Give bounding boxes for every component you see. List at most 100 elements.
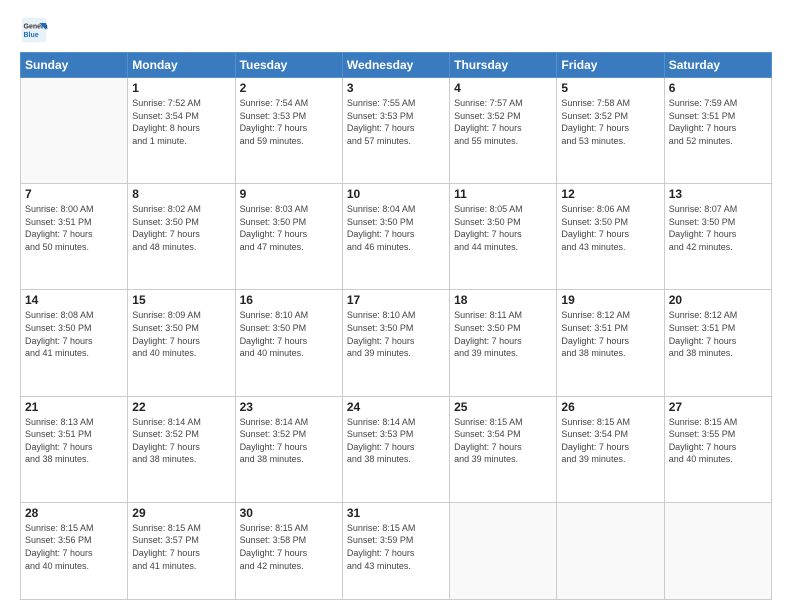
day-info: Sunrise: 7:52 AM Sunset: 3:54 PM Dayligh…	[132, 97, 230, 147]
page: General Blue SundayMondayTuesdayWednesda…	[0, 0, 792, 612]
calendar-cell: 28 Sunrise: 8:15 AM Sunset: 3:56 PM Dayli…	[21, 502, 128, 599]
day-number: 27	[669, 400, 767, 414]
calendar-week-1: 1 Sunrise: 7:52 AM Sunset: 3:54 PM Daylig…	[21, 78, 772, 184]
calendar-cell: 20 Sunrise: 8:12 AM Sunset: 3:51 PM Dayli…	[664, 290, 771, 396]
day-number: 31	[347, 506, 445, 520]
day-info: Sunrise: 8:10 AM Sunset: 3:50 PM Dayligh…	[240, 309, 338, 359]
logo: General Blue	[20, 16, 52, 44]
day-header-tuesday: Tuesday	[235, 53, 342, 78]
calendar-cell	[21, 78, 128, 184]
day-number: 24	[347, 400, 445, 414]
day-info: Sunrise: 8:05 AM Sunset: 3:50 PM Dayligh…	[454, 203, 552, 253]
day-info: Sunrise: 8:14 AM Sunset: 3:52 PM Dayligh…	[132, 416, 230, 466]
calendar-cell: 23 Sunrise: 8:14 AM Sunset: 3:52 PM Dayli…	[235, 396, 342, 502]
logo-icon: General Blue	[20, 16, 48, 44]
day-info: Sunrise: 8:15 AM Sunset: 3:58 PM Dayligh…	[240, 522, 338, 572]
day-info: Sunrise: 7:55 AM Sunset: 3:53 PM Dayligh…	[347, 97, 445, 147]
day-info: Sunrise: 7:54 AM Sunset: 3:53 PM Dayligh…	[240, 97, 338, 147]
day-number: 26	[561, 400, 659, 414]
calendar-cell: 29 Sunrise: 8:15 AM Sunset: 3:57 PM Dayli…	[128, 502, 235, 599]
day-info: Sunrise: 8:12 AM Sunset: 3:51 PM Dayligh…	[561, 309, 659, 359]
day-number: 10	[347, 187, 445, 201]
calendar-week-3: 14 Sunrise: 8:08 AM Sunset: 3:50 PM Dayli…	[21, 290, 772, 396]
day-header-sunday: Sunday	[21, 53, 128, 78]
day-info: Sunrise: 8:15 AM Sunset: 3:54 PM Dayligh…	[561, 416, 659, 466]
day-info: Sunrise: 8:09 AM Sunset: 3:50 PM Dayligh…	[132, 309, 230, 359]
day-number: 30	[240, 506, 338, 520]
day-info: Sunrise: 7:57 AM Sunset: 3:52 PM Dayligh…	[454, 97, 552, 147]
calendar-cell: 2 Sunrise: 7:54 AM Sunset: 3:53 PM Daylig…	[235, 78, 342, 184]
day-number: 15	[132, 293, 230, 307]
day-number: 3	[347, 81, 445, 95]
day-number: 16	[240, 293, 338, 307]
calendar-cell: 1 Sunrise: 7:52 AM Sunset: 3:54 PM Daylig…	[128, 78, 235, 184]
day-info: Sunrise: 8:14 AM Sunset: 3:53 PM Dayligh…	[347, 416, 445, 466]
calendar-cell: 14 Sunrise: 8:08 AM Sunset: 3:50 PM Dayli…	[21, 290, 128, 396]
day-info: Sunrise: 8:11 AM Sunset: 3:50 PM Dayligh…	[454, 309, 552, 359]
calendar-cell: 31Sunrise: 8:15 AM Sunset: 3:59 PM Dayli…	[342, 502, 449, 599]
calendar-cell: 25 Sunrise: 8:15 AM Sunset: 3:54 PM Dayli…	[450, 396, 557, 502]
day-info: Sunrise: 8:02 AM Sunset: 3:50 PM Dayligh…	[132, 203, 230, 253]
day-number: 14	[25, 293, 123, 307]
calendar-cell: 7Sunrise: 8:00 AM Sunset: 3:51 PM Daylig…	[21, 184, 128, 290]
day-number: 9	[240, 187, 338, 201]
calendar-cell: 12 Sunrise: 8:06 AM Sunset: 3:50 PM Dayli…	[557, 184, 664, 290]
day-header-monday: Monday	[128, 53, 235, 78]
day-number: 20	[669, 293, 767, 307]
svg-text:Blue: Blue	[24, 32, 39, 39]
calendar-table: SundayMondayTuesdayWednesdayThursdayFrid…	[20, 52, 772, 600]
day-info: Sunrise: 8:15 AM Sunset: 3:54 PM Dayligh…	[454, 416, 552, 466]
calendar-cell: 4 Sunrise: 7:57 AM Sunset: 3:52 PM Daylig…	[450, 78, 557, 184]
day-info: Sunrise: 8:03 AM Sunset: 3:50 PM Dayligh…	[240, 203, 338, 253]
day-number: 19	[561, 293, 659, 307]
calendar-cell: 26 Sunrise: 8:15 AM Sunset: 3:54 PM Dayli…	[557, 396, 664, 502]
header: General Blue	[20, 16, 772, 44]
day-number: 17	[347, 293, 445, 307]
day-number: 22	[132, 400, 230, 414]
calendar-cell: 19 Sunrise: 8:12 AM Sunset: 3:51 PM Dayli…	[557, 290, 664, 396]
calendar-cell: 6 Sunrise: 7:59 AM Sunset: 3:51 PM Daylig…	[664, 78, 771, 184]
calendar-cell: 24 Sunrise: 8:14 AM Sunset: 3:53 PM Dayli…	[342, 396, 449, 502]
day-number: 25	[454, 400, 552, 414]
day-number: 5	[561, 81, 659, 95]
day-number: 6	[669, 81, 767, 95]
day-number: 28	[25, 506, 123, 520]
day-info: Sunrise: 7:58 AM Sunset: 3:52 PM Dayligh…	[561, 97, 659, 147]
day-info: Sunrise: 8:14 AM Sunset: 3:52 PM Dayligh…	[240, 416, 338, 466]
calendar-cell: 17 Sunrise: 8:10 AM Sunset: 3:50 PM Dayli…	[342, 290, 449, 396]
day-number: 12	[561, 187, 659, 201]
calendar-cell: 11 Sunrise: 8:05 AM Sunset: 3:50 PM Dayli…	[450, 184, 557, 290]
calendar-cell	[664, 502, 771, 599]
calendar-cell: 15 Sunrise: 8:09 AM Sunset: 3:50 PM Dayli…	[128, 290, 235, 396]
day-header-wednesday: Wednesday	[342, 53, 449, 78]
day-number: 4	[454, 81, 552, 95]
calendar-cell: 27Sunrise: 8:15 AM Sunset: 3:55 PM Dayli…	[664, 396, 771, 502]
day-info: Sunrise: 8:15 AM Sunset: 3:57 PM Dayligh…	[132, 522, 230, 572]
calendar-cell: 22 Sunrise: 8:14 AM Sunset: 3:52 PM Dayli…	[128, 396, 235, 502]
day-number: 21	[25, 400, 123, 414]
day-info: Sunrise: 8:06 AM Sunset: 3:50 PM Dayligh…	[561, 203, 659, 253]
calendar-cell: 10Sunrise: 8:04 AM Sunset: 3:50 PM Dayli…	[342, 184, 449, 290]
day-number: 29	[132, 506, 230, 520]
calendar-cell: 30 Sunrise: 8:15 AM Sunset: 3:58 PM Dayli…	[235, 502, 342, 599]
day-number: 7	[25, 187, 123, 201]
day-info: Sunrise: 8:12 AM Sunset: 3:51 PM Dayligh…	[669, 309, 767, 359]
calendar-cell	[557, 502, 664, 599]
day-info: Sunrise: 8:13 AM Sunset: 3:51 PM Dayligh…	[25, 416, 123, 466]
calendar-cell: 13Sunrise: 8:07 AM Sunset: 3:50 PM Dayli…	[664, 184, 771, 290]
day-number: 1	[132, 81, 230, 95]
day-number: 11	[454, 187, 552, 201]
day-number: 2	[240, 81, 338, 95]
day-info: Sunrise: 8:15 AM Sunset: 3:56 PM Dayligh…	[25, 522, 123, 572]
day-info: Sunrise: 8:07 AM Sunset: 3:50 PM Dayligh…	[669, 203, 767, 253]
day-number: 23	[240, 400, 338, 414]
day-info: Sunrise: 8:08 AM Sunset: 3:50 PM Dayligh…	[25, 309, 123, 359]
calendar-week-5: 28 Sunrise: 8:15 AM Sunset: 3:56 PM Dayli…	[21, 502, 772, 599]
calendar-cell: 5 Sunrise: 7:58 AM Sunset: 3:52 PM Daylig…	[557, 78, 664, 184]
calendar-cell: 16 Sunrise: 8:10 AM Sunset: 3:50 PM Dayli…	[235, 290, 342, 396]
day-info: Sunrise: 7:59 AM Sunset: 3:51 PM Dayligh…	[669, 97, 767, 147]
day-number: 8	[132, 187, 230, 201]
calendar-week-4: 21 Sunrise: 8:13 AM Sunset: 3:51 PM Dayli…	[21, 396, 772, 502]
calendar-cell: 3 Sunrise: 7:55 AM Sunset: 3:53 PM Daylig…	[342, 78, 449, 184]
day-info: Sunrise: 8:10 AM Sunset: 3:50 PM Dayligh…	[347, 309, 445, 359]
